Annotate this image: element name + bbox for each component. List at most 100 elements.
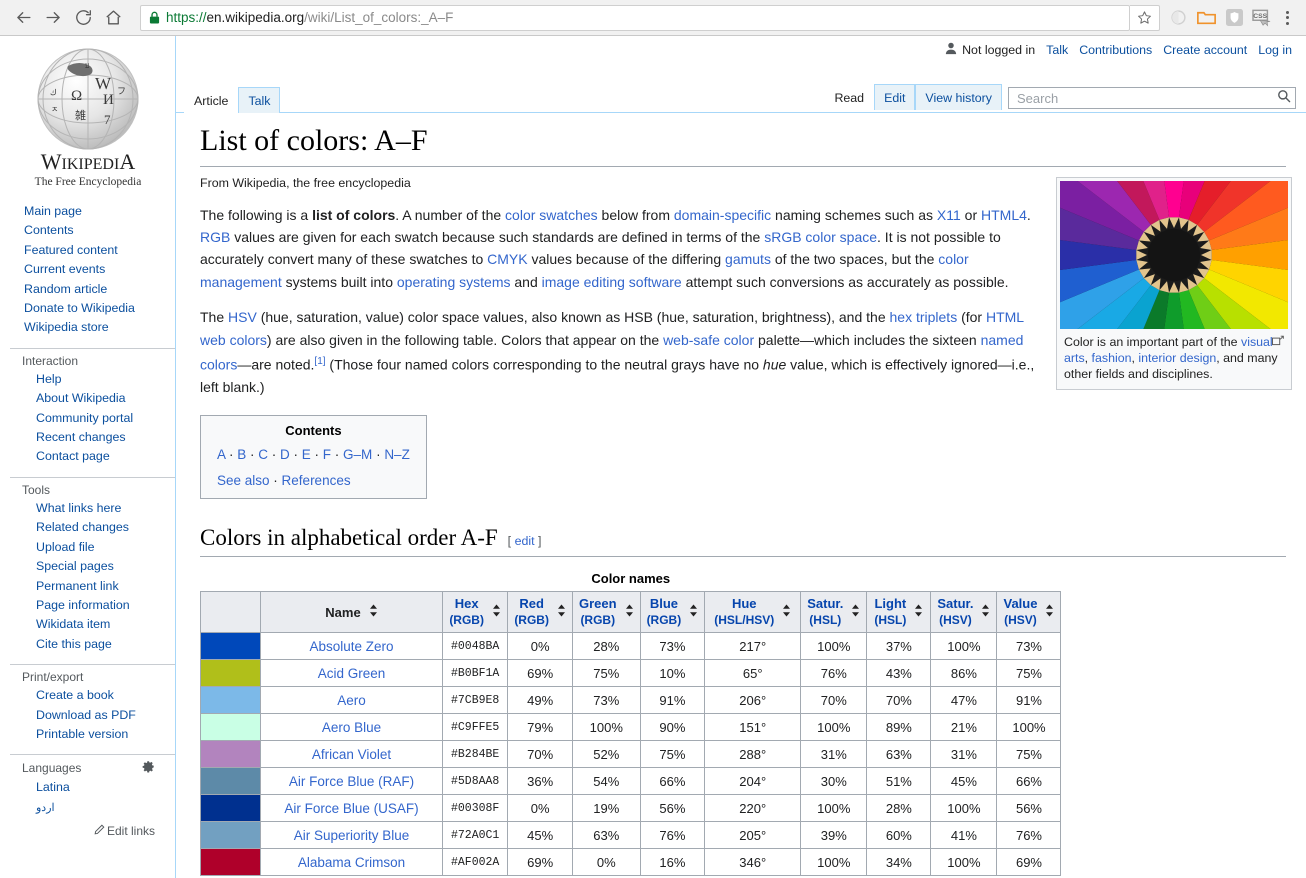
reference-link[interactable]: [1] (314, 356, 325, 367)
search-box[interactable] (1008, 87, 1296, 109)
forward-arrow-icon[interactable] (38, 3, 68, 33)
list-item[interactable]: Main page (24, 202, 175, 221)
toc-link-see-also[interactable]: See also (217, 473, 270, 488)
section-edit-link[interactable]: [ edit ] (508, 534, 542, 548)
sort-arrows-icon[interactable] (625, 604, 634, 621)
list-item[interactable]: Wikipedia store (24, 318, 175, 337)
sidebar-item-special-pages[interactable]: Special pages (36, 559, 114, 573)
list-item[interactable]: Contents (24, 221, 175, 240)
folder-icon[interactable] (1192, 3, 1220, 33)
list-item[interactable]: Upload file (36, 538, 175, 557)
list-item[interactable]: Current events (24, 260, 175, 279)
sort-arrows-icon[interactable] (914, 604, 923, 621)
table-header-light[interactable]: Light(HSL) (867, 592, 931, 633)
sidebar-item-what-links-here[interactable]: What links here (36, 501, 121, 515)
sidebar-item-current-events[interactable]: Current events (24, 262, 105, 276)
gear-icon[interactable] (142, 760, 155, 776)
table-header-hue[interactable]: Hue(HSL/HSV) (705, 592, 801, 633)
sidebar-item-urdu[interactable]: اردو (36, 802, 55, 814)
inline-link[interactable]: gamuts (725, 251, 771, 267)
home-icon[interactable] (98, 3, 128, 33)
address-bar[interactable]: https://en.wikipedia.org/wiki/List_of_co… (140, 5, 1130, 31)
sidebar-item-donate[interactable]: Donate to Wikipedia (24, 301, 135, 315)
tab-read[interactable]: Read (824, 84, 874, 110)
inline-link[interactable]: operating systems (397, 274, 511, 290)
list-item[interactable]: Featured content (24, 241, 175, 260)
sidebar-item-recent-changes[interactable]: Recent changes (36, 430, 126, 444)
sidebar-item-community-portal[interactable]: Community portal (36, 411, 133, 425)
list-item[interactable]: Page information (36, 596, 175, 615)
color-name-link[interactable]: Air Force Blue (USAF) (284, 801, 418, 816)
sort-arrows-icon[interactable] (369, 604, 378, 621)
inline-link[interactable]: sRGB color space (764, 229, 877, 245)
tab-view-history[interactable]: View history (915, 84, 1002, 110)
sidebar-item-about-wikipedia[interactable]: About Wikipedia (36, 391, 126, 405)
edit-links-button[interactable]: Edit links (10, 818, 175, 838)
sort-arrows-icon[interactable] (1045, 604, 1054, 621)
inline-link[interactable]: domain-specific (674, 207, 771, 223)
reference-marker[interactable]: [1] (314, 356, 325, 367)
inline-link[interactable]: HSV (228, 309, 257, 325)
color-name-link[interactable]: Alabama Crimson (298, 855, 405, 870)
table-header-name[interactable]: Name (261, 592, 443, 633)
list-item[interactable]: Printable version (36, 725, 175, 744)
sort-arrows-icon[interactable] (782, 604, 791, 621)
sort-arrows-icon[interactable] (851, 604, 860, 621)
list-item[interactable]: What links here (36, 499, 175, 518)
list-item[interactable]: Special pages (36, 557, 175, 576)
inline-link[interactable]: web-safe color (663, 332, 754, 348)
toc-link-f[interactable]: F (323, 447, 331, 462)
list-item[interactable]: Create a book (36, 686, 175, 705)
search-magnifier-icon[interactable] (1277, 89, 1291, 108)
list-item[interactable]: Download as PDF (36, 706, 175, 725)
tab-edit[interactable]: Edit (874, 84, 915, 110)
inline-link[interactable]: HTML4 (981, 207, 1027, 223)
sidebar-item-contents[interactable]: Contents (24, 223, 74, 237)
list-item[interactable]: Community portal (36, 409, 175, 428)
toc-link-c[interactable]: C (258, 447, 268, 462)
bookmark-star-icon[interactable] (1130, 5, 1160, 31)
three-dots-menu-icon[interactable] (1276, 3, 1298, 33)
inline-link[interactable]: color swatches (505, 207, 598, 223)
color-name-link[interactable]: Air Superiority Blue (294, 828, 410, 843)
search-input[interactable] (1015, 90, 1277, 107)
table-header-blue[interactable]: Blue(RGB) (640, 592, 705, 633)
sidebar-item-create-a-book[interactable]: Create a book (36, 688, 114, 702)
sort-arrows-icon[interactable] (492, 604, 501, 621)
toc-link-g-m[interactable]: G–M (343, 447, 372, 462)
tab-talk[interactable]: Talk (238, 87, 280, 113)
sort-arrows-icon[interactable] (689, 604, 698, 621)
sidebar-item-latina[interactable]: Latina (36, 780, 70, 794)
inline-link[interactable]: image editing software (542, 274, 682, 290)
table-header-green[interactable]: Green(RGB) (572, 592, 640, 633)
sidebar-item-wikidata-item[interactable]: Wikidata item (36, 617, 110, 631)
moon-icon[interactable] (1164, 3, 1192, 33)
color-name-link[interactable]: Air Force Blue (RAF) (289, 774, 414, 789)
personal-link-log-in[interactable]: Log in (1258, 43, 1292, 57)
sidebar-item-download-as-pdf[interactable]: Download as PDF (36, 708, 136, 722)
list-item[interactable]: Donate to Wikipedia (24, 299, 175, 318)
personal-link-talk[interactable]: Talk (1046, 43, 1068, 57)
list-item[interactable]: Cite this page (36, 635, 175, 654)
inline-link[interactable]: hex triplets (890, 309, 958, 325)
color-name-link[interactable]: African Violet (312, 747, 391, 762)
table-header-red[interactable]: Red(RGB) (508, 592, 573, 633)
toc-link-n-z[interactable]: N–Z (384, 447, 410, 462)
sidebar-item-cite-this-page[interactable]: Cite this page (36, 637, 112, 651)
sidebar-item-related-changes[interactable]: Related changes (36, 520, 129, 534)
inline-link[interactable]: CMYK (487, 251, 527, 267)
color-name-link[interactable]: Aero Blue (322, 720, 381, 735)
wikipedia-logo[interactable]: W Ω И 雑 7 ك ㅈ ע フ WIKIPEDIA The Free Enc… (0, 36, 176, 192)
list-item[interactable]: Latina (36, 778, 175, 797)
sort-arrows-icon[interactable] (981, 604, 990, 621)
list-item[interactable]: Random article (24, 280, 175, 299)
edit-label[interactable]: edit (515, 534, 535, 548)
list-item[interactable]: Help (36, 370, 175, 389)
personal-link-contributions[interactable]: Contributions (1079, 43, 1152, 57)
sidebar-item-permanent-link[interactable]: Permanent link (36, 579, 119, 593)
color-name-link[interactable]: Aero (337, 693, 366, 708)
sidebar-item-contact-page[interactable]: Contact page (36, 449, 110, 463)
sidebar-item-help[interactable]: Help (36, 372, 61, 386)
list-item[interactable]: Contact page (36, 447, 175, 466)
toc-link-references[interactable]: References (282, 473, 351, 488)
